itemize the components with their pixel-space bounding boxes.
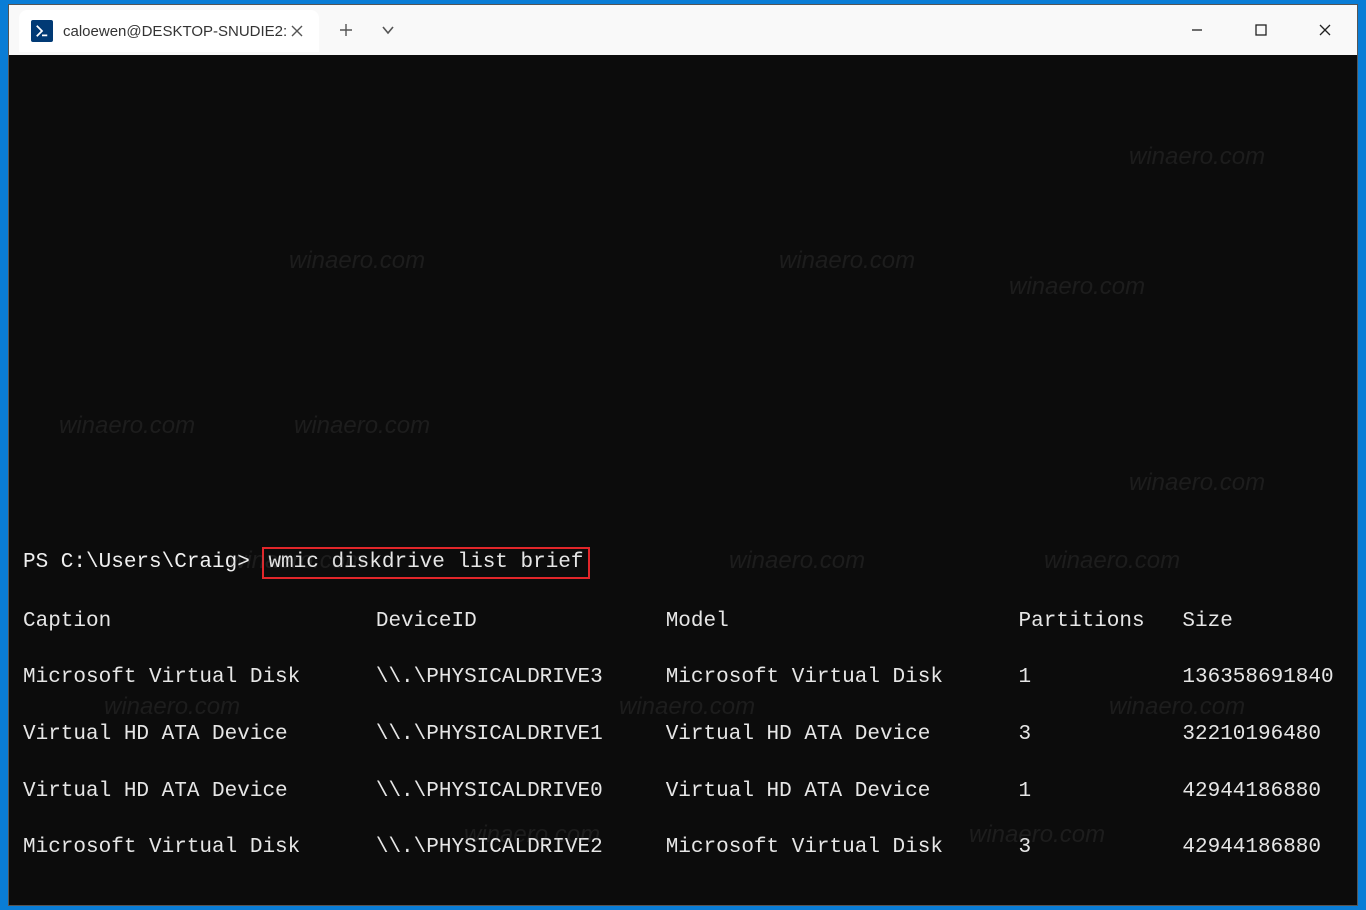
window-controls — [1165, 5, 1357, 55]
close-window-button[interactable] — [1293, 5, 1357, 55]
new-tab-button[interactable] — [331, 15, 361, 45]
powershell-icon — [31, 20, 53, 42]
titlebar: caloewen@DESKTOP-SNUDIE2: — [9, 5, 1357, 55]
watermark: winaero.com — [1129, 141, 1265, 173]
watermark: winaero.com — [59, 410, 195, 442]
minimize-button[interactable] — [1165, 5, 1229, 55]
tab-dropdown-button[interactable] — [373, 15, 403, 45]
wmic-output-table: Caption DeviceID Model Partitions Size M… — [23, 608, 1343, 863]
watermark: winaero.com — [1009, 271, 1145, 303]
highlighted-command: wmic diskdrive list brief — [262, 547, 589, 579]
watermark: winaero.com — [289, 245, 425, 277]
wmic-command: wmic diskdrive list brief — [268, 551, 583, 574]
close-tab-button[interactable] — [287, 21, 307, 41]
watermark: winaero.com — [294, 410, 430, 442]
watermark: winaero.com — [779, 245, 915, 277]
watermark: winaero.com — [1129, 467, 1265, 499]
maximize-button[interactable] — [1229, 5, 1293, 55]
ps-prompt: PS C:\Users\Craig> — [23, 551, 250, 574]
terminal-content[interactable]: winaero.com winaero.com winaero.com wina… — [9, 55, 1357, 905]
prompt-line-1: PS C:\Users\Craig> wmic diskdrive list b… — [23, 547, 1343, 579]
tab-title: caloewen@DESKTOP-SNUDIE2: — [63, 23, 287, 40]
tab[interactable]: caloewen@DESKTOP-SNUDIE2: — [19, 10, 319, 52]
terminal-window: caloewen@DESKTOP-SNUDIE2: winaero.com wi… — [8, 4, 1358, 906]
